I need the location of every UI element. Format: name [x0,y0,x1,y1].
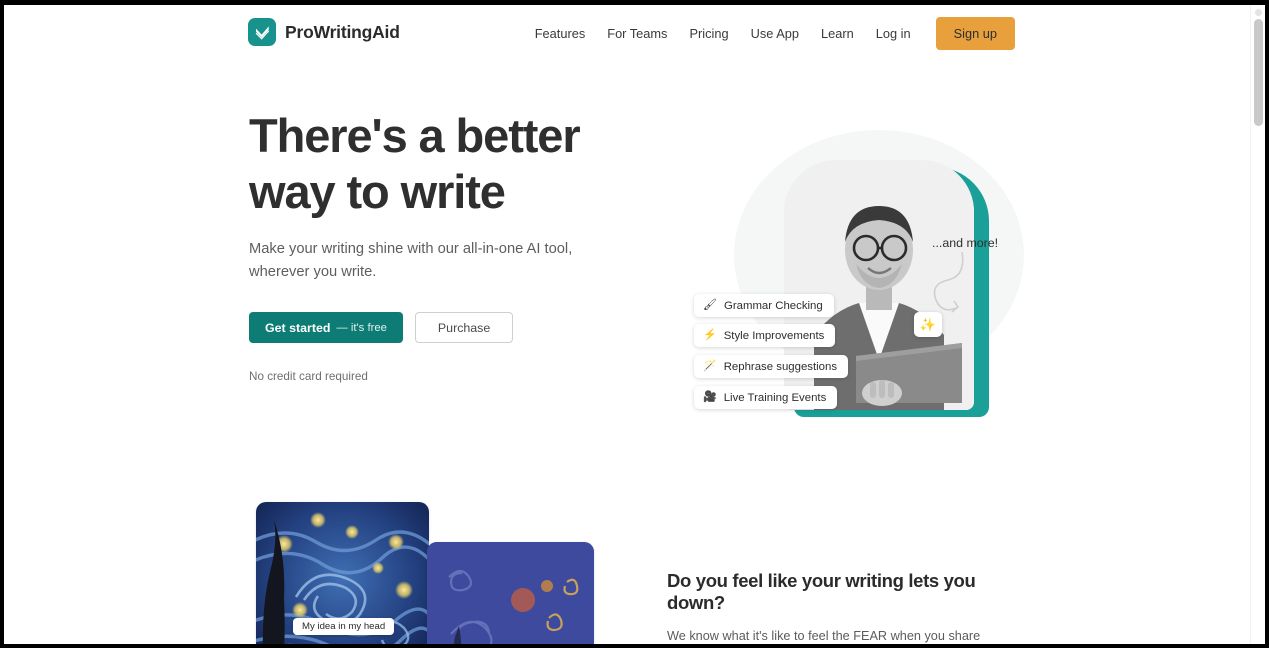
sign-up-button[interactable]: Sign up [935,17,1015,50]
pen-icon: 🖌 [703,299,717,311]
before-after-art: My idea in my head [249,502,599,644]
nav-item-for-teams[interactable]: For Teams [596,18,678,49]
hero-section: There's a better way to write Make your … [4,62,1250,482]
writing-lets-you-down-section: My idea in my head Do you feel like your… [4,482,1250,644]
main-navigation: Features For Teams Pricing Use App Learn… [524,17,1015,50]
feature-chip-label: Rephrase suggestions [723,360,838,373]
hero-copy: There's a better way to write Make your … [249,108,589,383]
page-content: ProWritingAid Features For Teams Pricing… [4,5,1250,644]
no-credit-card-note: No credit card required [249,370,368,383]
hero-illustration: 🖌 Grammar Checking ⚡ Style Improvements … [664,102,1034,442]
nav-item-log-in[interactable]: Log in [865,18,922,49]
hero-cta-group: Get started — it's free Purchase [249,312,589,343]
feature-chip-label: Grammar Checking [723,299,823,312]
feature-chip: ⚡ Style Improvements [694,324,836,347]
feature-chip: 🖌 Grammar Checking [694,294,834,317]
hero-subtitle: Make your writing shine with our all-in-… [249,241,573,280]
nav-item-learn[interactable]: Learn [810,18,865,49]
brand-name: ProWritingAid [285,21,400,42]
scrollbar-thumb[interactable] [1254,19,1263,126]
feature-chip: 🎥 Live Training Events [694,386,838,409]
prowritingaid-logo-icon [248,18,276,46]
curly-arrow-icon [933,251,964,313]
get-started-free-note: — it's free [336,321,387,334]
feature-chip-label: Style Improvements [723,329,825,342]
screen: ProWritingAid Features For Teams Pricing… [0,0,1269,648]
lightning-bolt-icon: ⚡ [703,329,717,341]
plain-blue-card [427,542,594,644]
feature-chip-label: Live Training Events [723,391,827,404]
hero-title: There's a better way to write [249,109,581,218]
and-more-label: ...and more! [932,236,999,250]
purchase-button[interactable]: Purchase [414,312,514,343]
nav-item-pricing[interactable]: Pricing [678,18,739,49]
get-started-button[interactable]: Get started — it's free [249,312,403,343]
video-camera-icon: 🎥 [703,391,717,403]
vertical-scrollbar[interactable] [1250,5,1265,644]
idea-caption-label: My idea in my head [293,618,395,635]
magic-wand-icon: 🪄 [703,360,717,372]
section-two-body: We know what it's like to feel the FEAR … [667,629,981,643]
brand-logo-link[interactable]: ProWritingAid [248,18,400,46]
site-header: ProWritingAid Features For Teams Pricing… [4,5,1250,62]
section-two-title: Do you feel like your writing lets you d… [667,570,976,613]
get-started-label: Get started [265,320,331,335]
scrollbar-up-icon[interactable] [1255,9,1262,16]
browser-viewport: ProWritingAid Features For Teams Pricing… [4,5,1265,644]
nav-item-use-app[interactable]: Use App [740,18,810,49]
section-two-copy: Do you feel like your writing lets you d… [667,570,1027,644]
nav-item-features[interactable]: Features [524,18,597,49]
feature-chip: 🪄 Rephrase suggestions [694,355,849,378]
